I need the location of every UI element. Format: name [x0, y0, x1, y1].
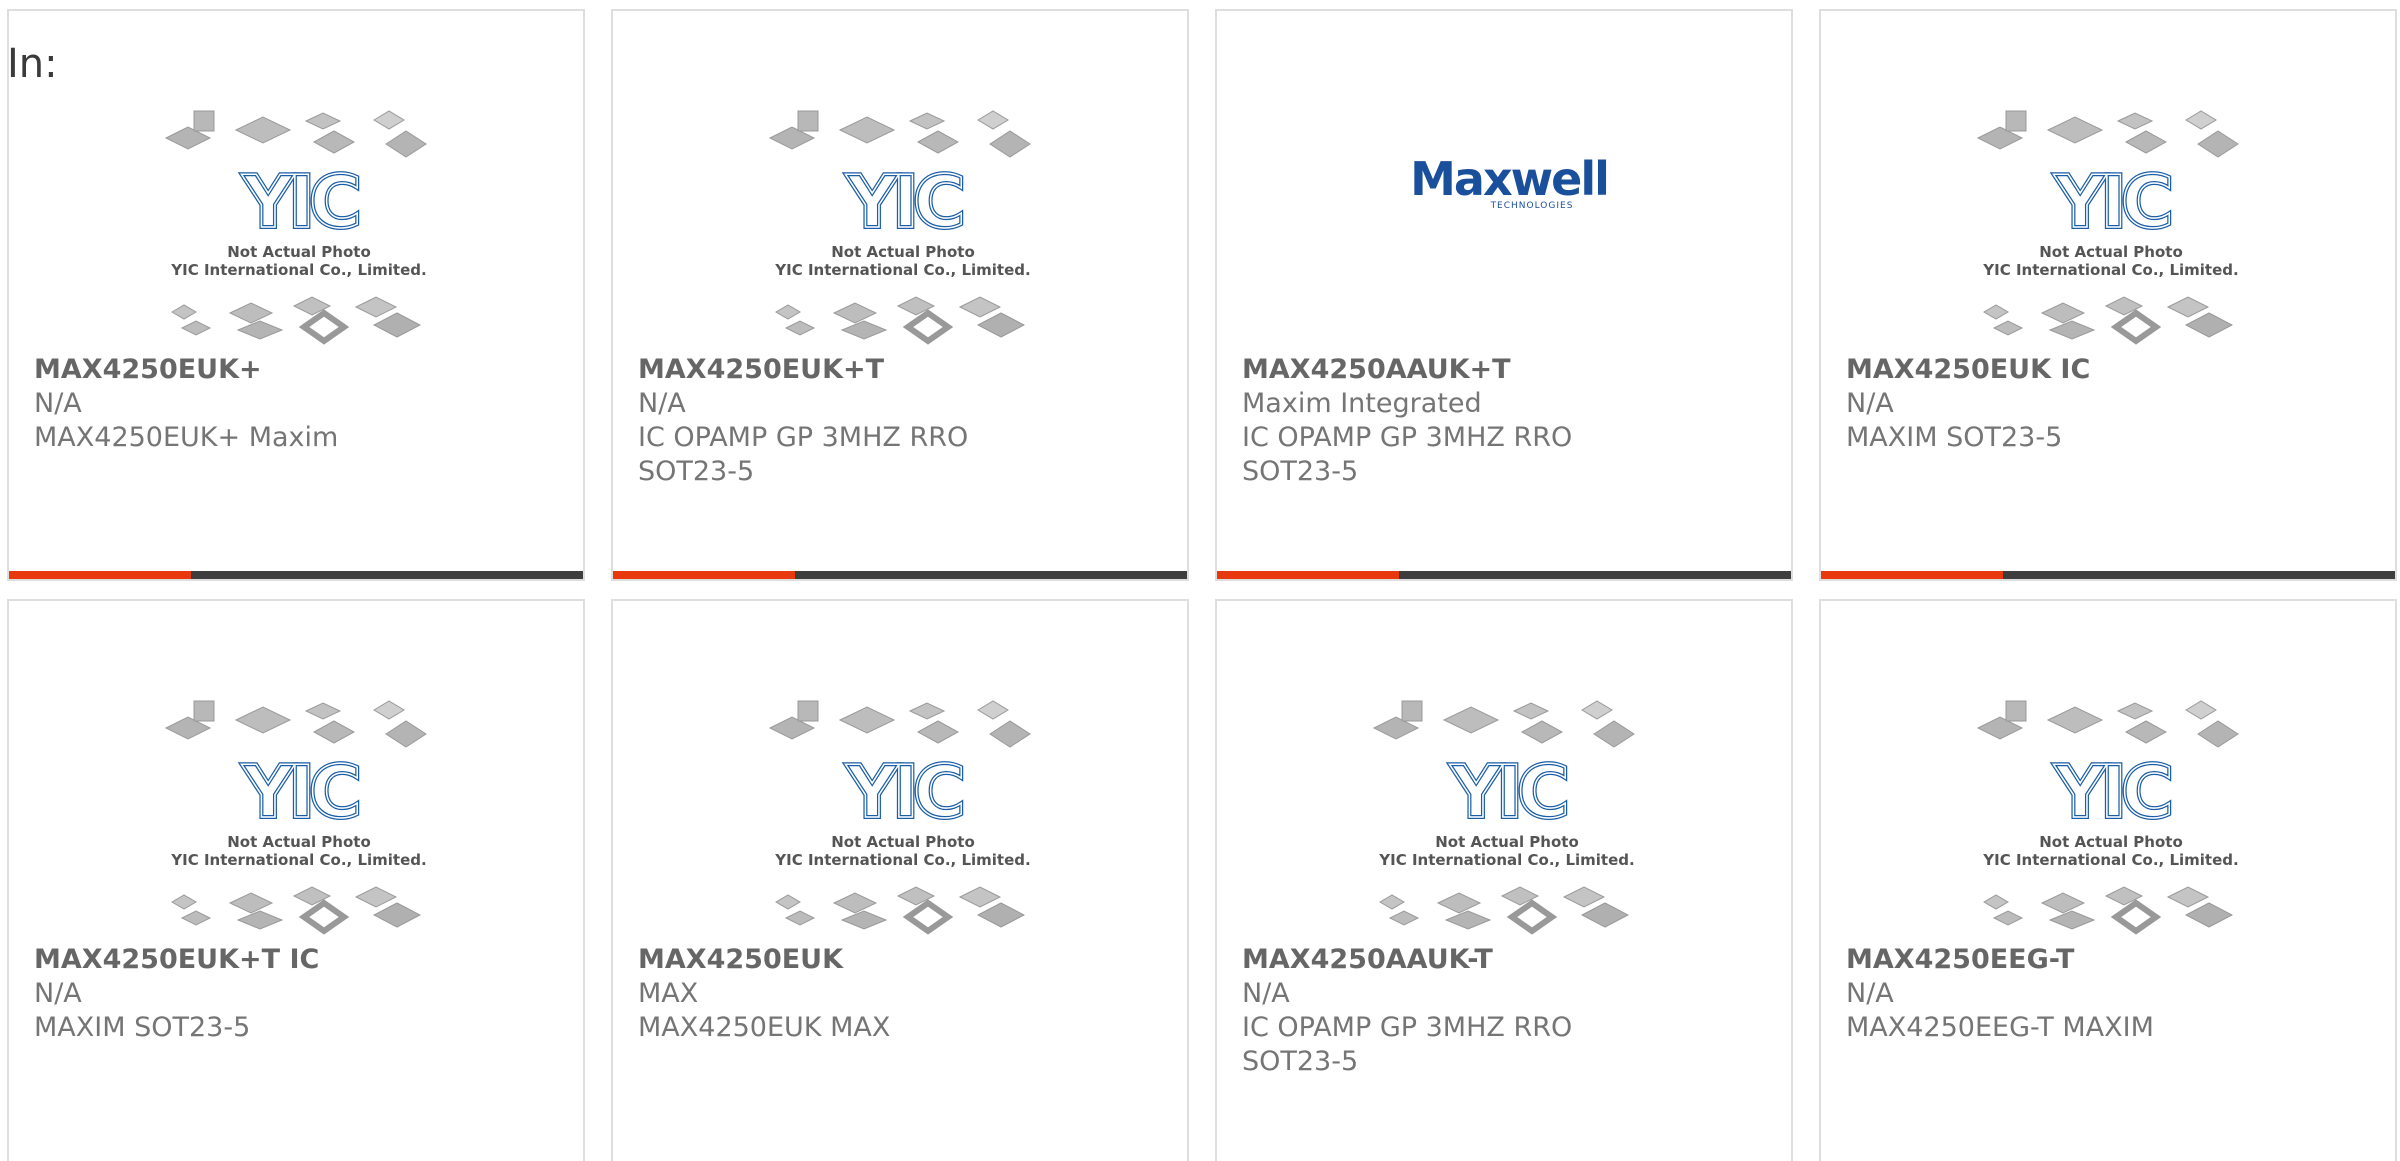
- description: IC OPAMP GP 3MHZ RRO SOT23-5: [1242, 1012, 1573, 1077]
- product-image[interactable]: Maxwell TECHNOLOGIES: [1372, 99, 1642, 349]
- svg-text:YIC International Co., Limited: YIC International Co., Limited.: [170, 851, 426, 869]
- svg-text:YIC International Co., Limited: YIC International Co., Limited.: [1982, 261, 2238, 279]
- part-number[interactable]: MAX4250EUK+T IC: [34, 943, 454, 977]
- svg-text:YIC: YIC: [845, 750, 962, 834]
- svg-text:YIC: YIC: [241, 160, 358, 244]
- description: IC OPAMP GP 3MHZ RRO SOT23-5: [1242, 422, 1573, 487]
- svg-text:YIC International Co., Limited: YIC International Co., Limited.: [170, 261, 426, 279]
- yic-placeholder-icon: YICYICNot Actual PhotoYIC International …: [768, 700, 1031, 935]
- yic-placeholder-icon: YICYICNot Actual PhotoYIC International …: [164, 110, 427, 345]
- svg-text:YIC: YIC: [2053, 160, 2170, 244]
- svg-text:Not Actual Photo: Not Actual Photo: [2039, 243, 2183, 261]
- svg-text:YIC: YIC: [1449, 750, 1566, 834]
- product-card[interactable]: YIC YIC Not Actual Photo YIC International …: [7, 9, 585, 581]
- svg-text:TECHNOLOGIES: TECHNOLOGIES: [1490, 201, 1574, 211]
- card-bottom-bar: [1821, 571, 2395, 579]
- product-card[interactable]: YIC YIC Not Actual Photo YIC International …: [611, 599, 1189, 1161]
- manufacturer: N/A: [1242, 978, 1290, 1009]
- manufacturer: N/A: [1846, 388, 1894, 419]
- svg-text:Not Actual Photo: Not Actual Photo: [227, 243, 371, 261]
- description: MAXIM SOT23-5: [1846, 422, 2063, 453]
- manufacturer: N/A: [638, 388, 686, 419]
- product-image[interactable]: YIC YIC Not Actual Photo YIC International …: [1976, 99, 2246, 349]
- product-image[interactable]: YIC YIC Not Actual Photo YIC International …: [768, 99, 1038, 349]
- svg-text:Not Actual Photo: Not Actual Photo: [1435, 833, 1579, 851]
- product-card[interactable]: YIC YIC Not Actual Photo YIC International …: [1819, 599, 2397, 1161]
- product-card[interactable]: YIC YIC Not Actual Photo YIC International …: [611, 9, 1189, 581]
- yic-placeholder-icon: YICYICNot Actual PhotoYIC International …: [1976, 700, 2239, 935]
- product-card[interactable]: YIC YIC Not Actual Photo YIC International …: [1215, 599, 1793, 1161]
- maxwell-logo-icon: MaxwellTECHNOLOGIES: [1410, 152, 1610, 211]
- in-label: In:: [7, 41, 58, 87]
- manufacturer: N/A: [34, 388, 82, 419]
- card-bar-accent: [1217, 571, 1399, 579]
- manufacturer: MAX: [638, 978, 699, 1009]
- description: MAX4250EUK+ Maxim: [34, 422, 339, 453]
- svg-text:Not Actual Photo: Not Actual Photo: [831, 243, 975, 261]
- product-grid-page: In: YIC YIC Not Actual Photo YIC Internatio…: [0, 0, 2400, 1161]
- yic-placeholder-icon: YICYICNot Actual PhotoYIC International …: [768, 110, 1031, 345]
- part-number[interactable]: MAX4250AAUK-T: [1242, 943, 1662, 977]
- svg-text:Not Actual Photo: Not Actual Photo: [227, 833, 371, 851]
- description: IC OPAMP GP 3MHZ RRO SOT23-5: [638, 422, 969, 487]
- product-card[interactable]: Maxwell TECHNOLOGIES MAX4250AAUK+T Maxim …: [1215, 9, 1793, 581]
- card-bar-accent: [9, 571, 191, 579]
- part-number[interactable]: MAX4250EUK IC: [1846, 353, 2266, 387]
- manufacturer: N/A: [34, 978, 82, 1009]
- svg-text:YIC International Co., Limited: YIC International Co., Limited.: [774, 851, 1030, 869]
- svg-text:YIC: YIC: [2053, 750, 2170, 834]
- manufacturer: N/A: [1846, 978, 1894, 1009]
- svg-text:YIC International Co., Limited: YIC International Co., Limited.: [1378, 851, 1634, 869]
- product-card[interactable]: YIC YIC Not Actual Photo YIC International …: [1819, 9, 2397, 581]
- product-card[interactable]: YIC YIC Not Actual Photo YIC International …: [7, 599, 585, 1161]
- card-bottom-bar: [9, 571, 583, 579]
- svg-text:Maxwell: Maxwell: [1410, 152, 1608, 206]
- svg-text:YIC: YIC: [845, 160, 962, 244]
- svg-text:YIC International Co., Limited: YIC International Co., Limited.: [774, 261, 1030, 279]
- description: MAX4250EEG-T MAXIM: [1846, 1012, 2154, 1043]
- product-image[interactable]: YIC YIC Not Actual Photo YIC International …: [164, 689, 434, 939]
- card-bar-accent: [1821, 571, 2003, 579]
- card-bottom-bar: [613, 571, 1187, 579]
- description: MAX4250EUK MAX: [638, 1012, 891, 1043]
- product-image[interactable]: YIC YIC Not Actual Photo YIC International …: [1976, 689, 2246, 939]
- description: MAXIM SOT23-5: [34, 1012, 251, 1043]
- card-bottom-bar: [1217, 571, 1791, 579]
- card-bar-accent: [613, 571, 795, 579]
- part-number[interactable]: MAX4250EEG-T: [1846, 943, 2266, 977]
- part-number[interactable]: MAX4250EUK+T: [638, 353, 1058, 387]
- svg-text:Not Actual Photo: Not Actual Photo: [2039, 833, 2183, 851]
- yic-placeholder-icon: YICYICNot Actual PhotoYIC International …: [164, 700, 427, 935]
- svg-text:YIC: YIC: [241, 750, 358, 834]
- manufacturer: Maxim Integrated: [1242, 388, 1482, 419]
- yic-placeholder-icon: YICYICNot Actual PhotoYIC International …: [1976, 110, 2239, 345]
- yic-placeholder-icon: YICYICNot Actual PhotoYIC International …: [1372, 700, 1635, 935]
- part-number[interactable]: MAX4250AAUK+T: [1242, 353, 1662, 387]
- product-image[interactable]: YIC YIC Not Actual Photo YIC International …: [1372, 689, 1642, 939]
- part-number[interactable]: MAX4250EUK+: [34, 353, 454, 387]
- part-number[interactable]: MAX4250EUK: [638, 943, 1058, 977]
- svg-text:YIC International Co., Limited: YIC International Co., Limited.: [1982, 851, 2238, 869]
- svg-text:Not Actual Photo: Not Actual Photo: [831, 833, 975, 851]
- product-image[interactable]: YIC YIC Not Actual Photo YIC International …: [768, 689, 1038, 939]
- product-image[interactable]: YIC YIC Not Actual Photo YIC International …: [164, 99, 434, 349]
